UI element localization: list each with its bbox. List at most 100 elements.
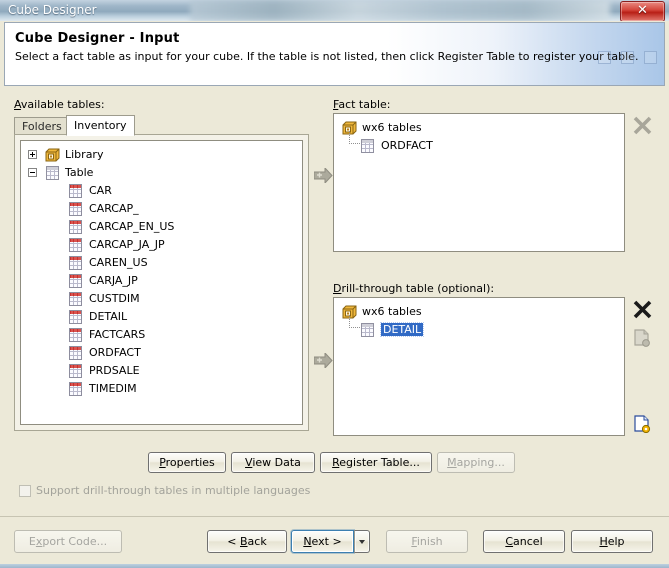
drill-through-label-rest: rill-through table (optional): [341,282,495,295]
expand-toggle-library[interactable] [28,150,37,159]
mapping-button: Mapping... [437,452,515,473]
header-placeholder-square-2 [621,51,634,64]
back-button[interactable]: < Back [207,530,287,553]
wizard-header: Cube Designer - Input Select a fact tabl… [4,22,665,86]
available-tables-label-rest: vailable tables: [20,98,105,111]
tree-node-library-label: Library [65,148,104,161]
export-code-button: Export Code... [14,530,122,553]
view-data-button[interactable]: View Data [231,452,315,473]
fact-table-label: Fact table: [333,98,391,111]
chevron-down-icon [359,539,365,544]
header-placeholder-square-3 [644,51,657,64]
table-icon [69,256,82,270]
tree-item-table[interactable]: PRDSALE [21,362,302,380]
table-icon [69,292,82,306]
tree-item-table[interactable]: DETAIL [21,308,302,326]
tree-item-label: CARCAP_EN_US [89,220,175,233]
fact-table-label: ORDFACT [381,139,433,152]
add-to-drill-arrow-icon[interactable] [314,353,333,368]
drill-remove-x-icon[interactable] [632,299,653,323]
table-icon [69,274,82,288]
drill-through-panel[interactable]: wx6 tables DETAIL [333,297,625,436]
tree-item-table[interactable]: CUSTDIM [21,290,302,308]
tab-folders[interactable]: Folders [14,117,70,135]
tree-item-label: ORDFACT [89,346,141,359]
table-icon [69,202,82,216]
table-icon [361,139,374,153]
header-placeholder-square-1 [598,51,611,64]
library-icon [45,148,60,162]
next-button[interactable]: Next > [291,530,354,553]
drill-properties-icon[interactable] [634,415,651,436]
tree-item-label: DETAIL [89,310,128,323]
inventory-tab-panel: Library Table CAR CARCAP_ CARCAP_EN_US CARCAP… [14,134,309,431]
drill-table-label: DETAIL [379,322,425,337]
next-dropdown-button[interactable] [354,530,370,553]
tree-item-label: CARCAP_JA_JP [89,238,165,251]
drill-root-label: wx6 tables [362,305,422,318]
page-title: Cube Designer - Input [15,31,180,46]
add-to-fact-arrow-icon[interactable] [314,168,333,183]
tree-item-table[interactable]: CAR [21,182,302,200]
tree-item-table[interactable]: CARJA_JP [21,272,302,290]
tree-item-table[interactable]: TIMEDIM [21,380,302,398]
title-bar-blur-decoration [190,0,610,21]
available-tables-label: Available tables: [14,98,105,111]
tree-node-library[interactable]: Library [21,146,302,164]
table-icon [69,184,82,198]
tree-item-table[interactable]: CARCAP_ [21,200,302,218]
tree-item-table[interactable]: CARCAP_JA_JP [21,236,302,254]
drill-table-node[interactable]: DETAIL [334,321,624,339]
available-tables-accel: A [14,98,21,111]
dialog-body: Available tables: Folders Inventory Libr… [0,86,669,516]
tree-item-label: CARCAP_ [89,202,139,215]
fact-remove-x-icon[interactable] [632,115,653,139]
tree-item-table[interactable]: CARCAP_EN_US [21,218,302,236]
fact-root-node[interactable]: wx6 tables [334,119,624,137]
collapse-toggle-table[interactable] [28,168,37,177]
fact-properties-icon[interactable] [634,329,651,350]
fact-table-node[interactable]: ORDFACT [334,137,624,155]
dialog-footer: Export Code... < Back Next > Finish Cancel He… [0,516,669,565]
table-icon [69,238,82,252]
register-table-button[interactable]: Register Table... [320,452,432,473]
finish-button: Finish [386,530,468,553]
tree-item-table[interactable]: FACTCARS [21,326,302,344]
table-icon [69,346,82,360]
drill-root-node[interactable]: wx6 tables [334,303,624,321]
support-drillthrough-label: Support drill-through tables in multiple… [36,484,311,497]
desktop-strip [0,564,669,568]
drill-through-label: Drill-through table (optional): [333,282,494,295]
properties-button[interactable]: Properties [148,452,226,473]
table-icon [69,328,82,342]
tree-node-table[interactable]: Table [21,164,302,182]
tree-item-label: CUSTDIM [89,292,140,305]
table-icon [69,220,82,234]
tree-item-table[interactable]: CAREN_US [21,254,302,272]
close-icon: ✕ [637,3,648,18]
tree-node-table-label: Table [65,166,94,179]
tree-item-label: CAR [89,184,112,197]
tree-item-table[interactable]: ORDFACT [21,344,302,362]
tree-item-label: FACTCARS [89,328,146,341]
table-icon [46,166,59,180]
window-close-button[interactable]: ✕ [620,1,665,21]
window-title: Cube Designer [8,3,97,17]
tab-inventory[interactable]: Inventory [66,115,135,136]
table-icon [361,323,374,337]
fact-table-label-rest: act table: [338,98,391,111]
page-description: Select a fact table as input for your cu… [15,50,639,63]
table-icon [69,382,82,396]
fact-root-label: wx6 tables [362,121,422,134]
cube-designer-window: Cube Designer ✕ Cube Designer - Input Se… [0,0,669,568]
table-icon [69,310,82,324]
tree-item-label: TIMEDIM [89,382,137,395]
table-icon [69,364,82,378]
cancel-button[interactable]: Cancel [483,530,565,553]
available-tables-tree[interactable]: Library Table CAR CARCAP_ CARCAP_EN_US CARCAP… [20,140,303,425]
support-drillthrough-checkbox[interactable] [19,485,31,497]
fact-table-panel[interactable]: wx6 tables ORDFACT [333,113,625,252]
tree-item-label: PRDSALE [89,364,140,377]
tree-item-label: CAREN_US [89,256,148,269]
help-button[interactable]: Help [571,530,653,553]
